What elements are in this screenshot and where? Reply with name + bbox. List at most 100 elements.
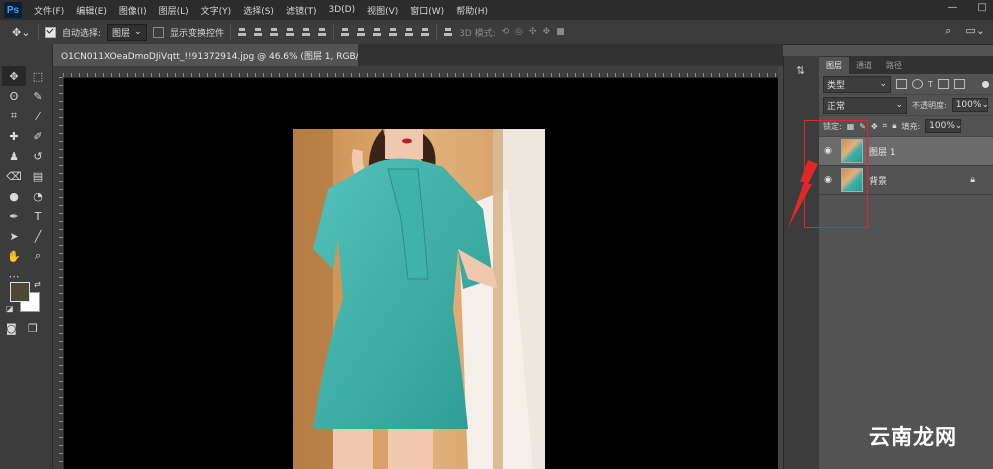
- align-left-icon[interactable]: [285, 27, 295, 37]
- crop-tool-icon[interactable]: ⌗: [2, 106, 26, 126]
- filter-smart-object-icon[interactable]: [953, 79, 965, 89]
- filter-toggle[interactable]: [982, 80, 989, 88]
- quick-mask-icon[interactable]: ◙: [6, 322, 17, 335]
- blend-mode-dropdown[interactable]: 正常 ⌄: [823, 96, 907, 114]
- divider: [436, 24, 438, 40]
- lock-artboard-icon[interactable]: ⌗: [883, 121, 888, 131]
- tab-channels[interactable]: 通道: [849, 57, 879, 74]
- history-panel-icon[interactable]: ⇅: [796, 64, 805, 77]
- blend-row: 正常 ⌄ 不透明度: 100% ⌄: [819, 95, 993, 116]
- line-tool-icon[interactable]: ╱: [26, 226, 50, 246]
- menu-view[interactable]: 视图(V): [361, 4, 404, 17]
- menu-3d[interactable]: 3D(D): [322, 5, 361, 15]
- menu-select[interactable]: 选择(S): [237, 4, 280, 17]
- swap-colors-icon[interactable]: ⇄: [34, 280, 41, 289]
- default-colors-icon[interactable]: ◪: [6, 304, 14, 313]
- align-right-icon[interactable]: [317, 27, 327, 37]
- pen-tool-icon[interactable]: ✒: [2, 206, 26, 226]
- minimize-button[interactable]: —: [948, 2, 958, 13]
- filter-adjustment-icon[interactable]: [912, 79, 923, 89]
- show-transform-label: 显示变换控件: [170, 28, 225, 39]
- marquee-tool-icon[interactable]: ⬚: [26, 66, 50, 86]
- layers-panel: 图层 通道 路径 类型 ⌄ T 正常 ⌄ 不透明度: 100% ⌄ 锁定: ▦ …: [819, 56, 993, 469]
- distribute-left-icon[interactable]: [388, 27, 398, 37]
- restore-button[interactable]: □: [978, 2, 987, 13]
- vertical-ruler[interactable]: [53, 77, 64, 469]
- history-brush-tool-icon[interactable]: ↺: [26, 146, 50, 166]
- align-top-icon[interactable]: [237, 27, 247, 37]
- distribute-vcenter-icon[interactable]: [356, 27, 366, 37]
- hand-tool-icon[interactable]: ✋: [2, 246, 26, 266]
- fill-field[interactable]: 100% ⌄: [925, 119, 962, 133]
- filter-kind-dropdown[interactable]: 类型 ⌄: [823, 75, 891, 93]
- filter-pixel-icon[interactable]: [896, 79, 907, 89]
- 3d-mode-label: 3D 模式:: [459, 28, 496, 39]
- tab-paths[interactable]: 路径: [879, 57, 909, 74]
- options-bar: ✥⌄ 自动选择: 图层 ⌄ 显示变换控件 3D 模式: ⟲ ◎ ✣ ✥ ■ ⌕ …: [0, 20, 993, 45]
- menu-image[interactable]: 图像(I): [113, 4, 153, 17]
- 3d-rotate-icon[interactable]: ⟲: [502, 27, 510, 37]
- move-tool-icon[interactable]: ✥: [2, 66, 26, 86]
- layer-name: 背景: [869, 176, 888, 187]
- horizontal-ruler[interactable]: [63, 66, 783, 78]
- distribute-top-icon[interactable]: [340, 27, 350, 37]
- clone-stamp-tool-icon[interactable]: ♟: [2, 146, 26, 166]
- zoom-tool-icon[interactable]: ⌕: [26, 246, 50, 266]
- collapsed-panel-dock: ⇅: [783, 56, 820, 469]
- opacity-field[interactable]: 100% ⌄: [951, 98, 989, 112]
- photoshop-logo: Ps: [4, 2, 22, 18]
- auto-align-icon[interactable]: [443, 27, 453, 37]
- 3d-pan-icon[interactable]: ✣: [529, 27, 537, 37]
- lasso-tool-icon[interactable]: ʘ: [2, 86, 26, 106]
- opacity-label: 不透明度:: [912, 100, 947, 110]
- menu-filter[interactable]: 滤镜(T): [280, 4, 323, 17]
- 3d-slide-icon[interactable]: ✥: [543, 27, 551, 37]
- filter-shape-icon[interactable]: [937, 79, 949, 89]
- document-tab[interactable]: O1CN011XOeaDmoDJiVqtt_!!91372914.jpg @ 4…: [53, 44, 358, 66]
- gradient-tool-icon[interactable]: ▤: [26, 166, 50, 186]
- show-transform-checkbox[interactable]: [153, 26, 165, 38]
- align-bottom-icon[interactable]: [269, 27, 279, 37]
- canvas-area[interactable]: [64, 78, 778, 469]
- menu-edit[interactable]: 编辑(E): [70, 4, 113, 17]
- menu-type[interactable]: 文字(Y): [195, 4, 238, 17]
- align-vcenter-icon[interactable]: [253, 27, 263, 37]
- menu-layer[interactable]: 图层(L): [153, 4, 195, 17]
- move-tool-preset-icon[interactable]: ✥⌄: [12, 26, 32, 39]
- auto-select-dropdown[interactable]: 图层 ⌄: [107, 23, 148, 41]
- screen-mode-icon[interactable]: ❐: [28, 322, 38, 335]
- opacity-value: 100%: [955, 100, 982, 110]
- brush-tool-icon[interactable]: ✐: [26, 126, 50, 146]
- document-photo: [293, 129, 545, 469]
- eraser-tool-icon[interactable]: ⌫: [2, 166, 26, 186]
- 3d-scale-icon[interactable]: ■: [556, 27, 565, 37]
- 3d-roll-icon[interactable]: ◎: [515, 27, 523, 37]
- search-icon[interactable]: ⌕: [945, 24, 951, 38]
- menu-file[interactable]: 文件(F): [28, 4, 70, 17]
- menu-window[interactable]: 窗口(W): [404, 4, 450, 17]
- lock-all-icon[interactable]: 🔒︎: [892, 121, 896, 131]
- align-hcenter-icon[interactable]: [301, 27, 311, 37]
- auto-select-checkbox[interactable]: [45, 26, 56, 38]
- divider: [230, 24, 232, 40]
- tab-layers[interactable]: 图层: [819, 57, 849, 74]
- eyedropper-tool-icon[interactable]: ⁄: [26, 106, 50, 126]
- quick-select-tool-icon[interactable]: ✎: [26, 86, 50, 106]
- menu-help[interactable]: 帮助(H): [450, 4, 494, 17]
- distribute-bottom-icon[interactable]: [372, 27, 382, 37]
- healing-brush-tool-icon[interactable]: ✚: [2, 126, 26, 146]
- foreground-color-swatch[interactable]: [10, 282, 30, 302]
- dodge-tool-icon[interactable]: ◔: [26, 186, 50, 206]
- filter-type-icon[interactable]: T: [928, 80, 933, 89]
- distribute-hcenter-icon[interactable]: [404, 27, 414, 37]
- path-select-tool-icon[interactable]: ➤: [2, 226, 26, 246]
- panel-tabs: 图层 通道 路径: [819, 56, 993, 74]
- type-tool-icon[interactable]: T: [26, 206, 50, 226]
- workspace-icon[interactable]: ▭⌄: [965, 24, 985, 38]
- fill-value: 100%: [929, 121, 955, 131]
- chevron-down-icon: ⌄: [981, 100, 989, 110]
- lock-position-icon[interactable]: ✥: [871, 122, 878, 131]
- distribute-right-icon[interactable]: [420, 27, 430, 37]
- fill-label: 填充:: [901, 121, 921, 131]
- blur-tool-icon[interactable]: ●: [2, 186, 26, 206]
